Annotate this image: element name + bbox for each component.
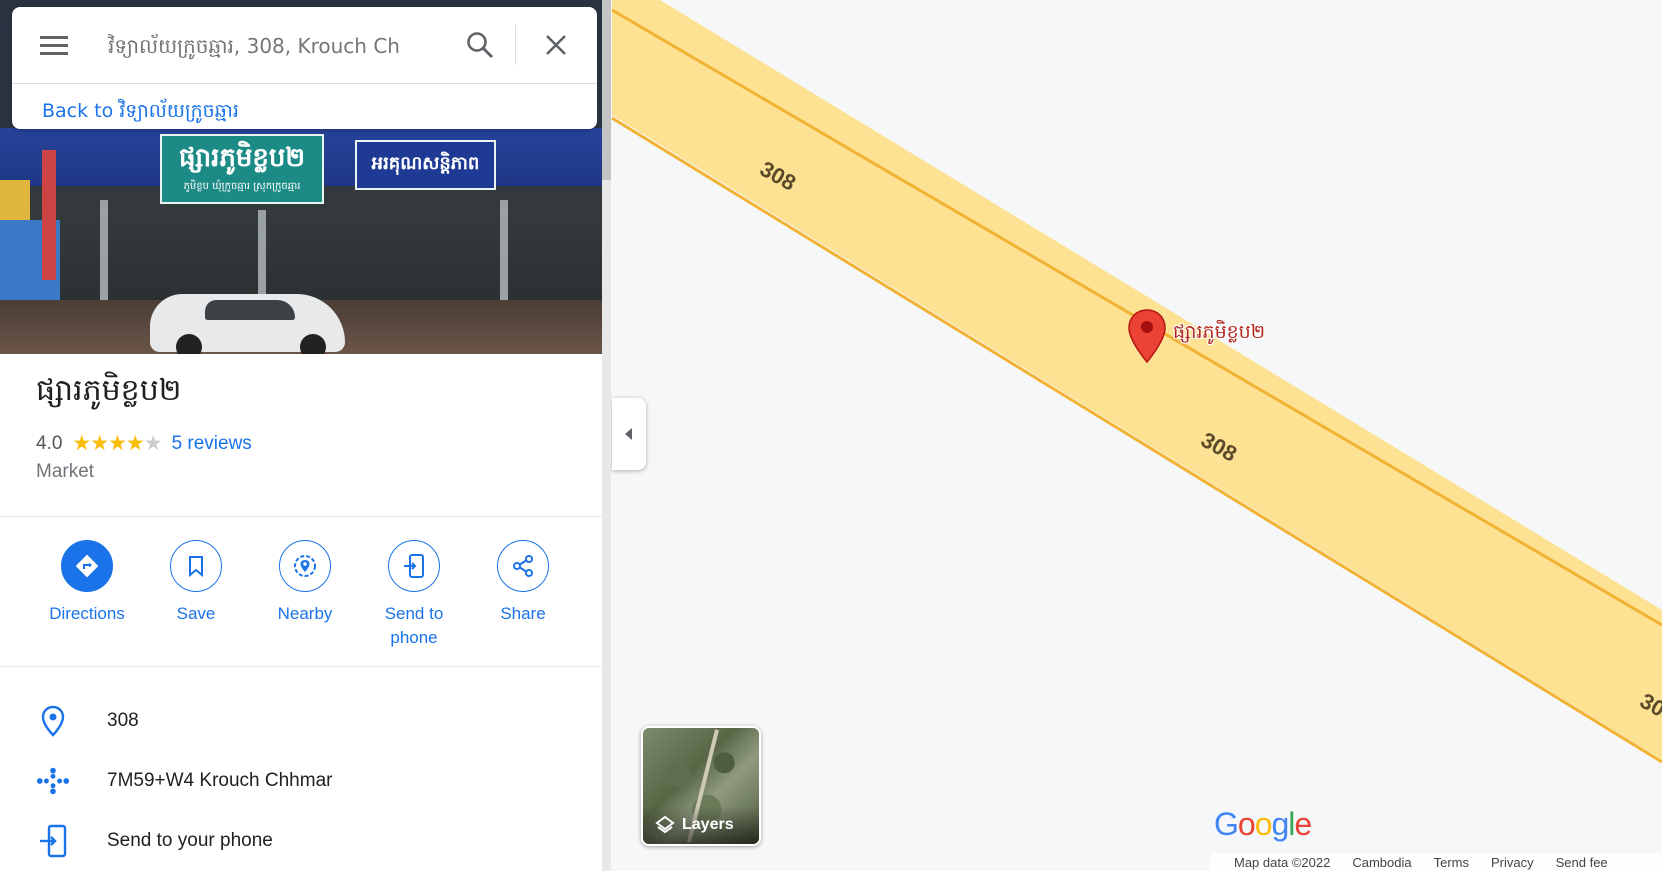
action-label: Nearby [277,604,333,623]
collapse-panel-button[interactable] [612,398,646,470]
privacy-link[interactable]: Privacy [1491,855,1534,870]
bookmark-icon [189,556,203,577]
star-rating-icon: ★★★★★ [72,432,162,455]
place-panel: ផ្សារភូមិខ្លប២ ភូមិខ្លប ឃុំក្រូចឆ្មារ ស្រ… [0,0,602,871]
send-to-phone-icon [404,554,424,578]
place-title: ផ្សារភូមិខ្លប២ [36,373,182,408]
map-footer: Map data ©2022 Cambodia Terms Privacy Se… [1210,853,1662,871]
search-input[interactable] [106,29,450,63]
nearby-icon [294,555,316,577]
menu-button[interactable] [34,25,74,65]
action-label: Directions [49,604,125,623]
layers-button[interactable]: Layers [641,726,761,846]
layers-icon [655,815,675,834]
hamburger-icon [40,36,68,55]
photo-sign: អរគុណសន្តិភាព [355,140,496,190]
photo-sign: ផ្សារភូមិខ្លប២ ភូមិខ្លប ឃុំក្រូចឆ្មារ ស្រ… [160,134,324,204]
reviews-link[interactable]: 5 reviews [172,433,252,455]
layers-label: Layers [682,816,734,833]
search-icon [467,32,493,58]
location-pin-icon [41,705,65,737]
action-label: Share [500,604,546,623]
plus-code-text: 7M59+W4 Krouch Chhmar [107,770,333,791]
country-link[interactable]: Cambodia [1352,855,1411,870]
address-text: 308 [107,710,139,731]
close-icon [546,35,566,55]
nearby-button[interactable]: Nearby [250,540,360,626]
google-logo: Google [1214,806,1312,842]
address-row[interactable]: 308 [0,693,602,749]
rating-row: 4.0 ★★★★★ 5 reviews [36,431,252,456]
save-button[interactable]: Save [141,540,251,626]
place-pin-icon[interactable] [1127,308,1167,369]
search-button[interactable] [460,25,500,65]
send-feedback-link[interactable]: Send fee [1556,855,1608,870]
back-link[interactable]: Back to វិទ្យាល័យក្រូចឆ្មារ [42,99,239,127]
send-to-phone-button[interactable]: Send to phone [359,540,469,650]
plus-code-row[interactable]: 7M59+W4 Krouch Chhmar [0,753,602,809]
place-category[interactable]: Market [36,461,94,483]
action-label: Send to phone [384,604,444,647]
plus-code-icon [36,767,70,795]
directions-icon [75,554,99,578]
directions-button[interactable]: Directions [32,540,142,626]
action-label: Save [176,604,216,623]
send-to-phone-text: Send to your phone [107,830,273,851]
rating-value: 4.0 [36,432,63,454]
map-data-text: Map data ©2022 [1234,854,1331,870]
terms-link[interactable]: Terms [1434,855,1469,870]
send-to-your-phone-row[interactable]: Send to your phone [0,813,602,869]
close-button[interactable] [536,25,576,65]
share-button[interactable]: Share [468,540,578,626]
send-to-phone-icon [40,824,67,858]
search-box: Back to វិទ្យាល័យក្រូចឆ្មារ [12,7,597,129]
caret-left-icon [625,428,632,440]
pin-label[interactable]: ផ្សារភូមិខ្លប២ [1173,320,1265,348]
share-icon [513,555,533,577]
scrollbar-thumb[interactable] [602,0,611,180]
